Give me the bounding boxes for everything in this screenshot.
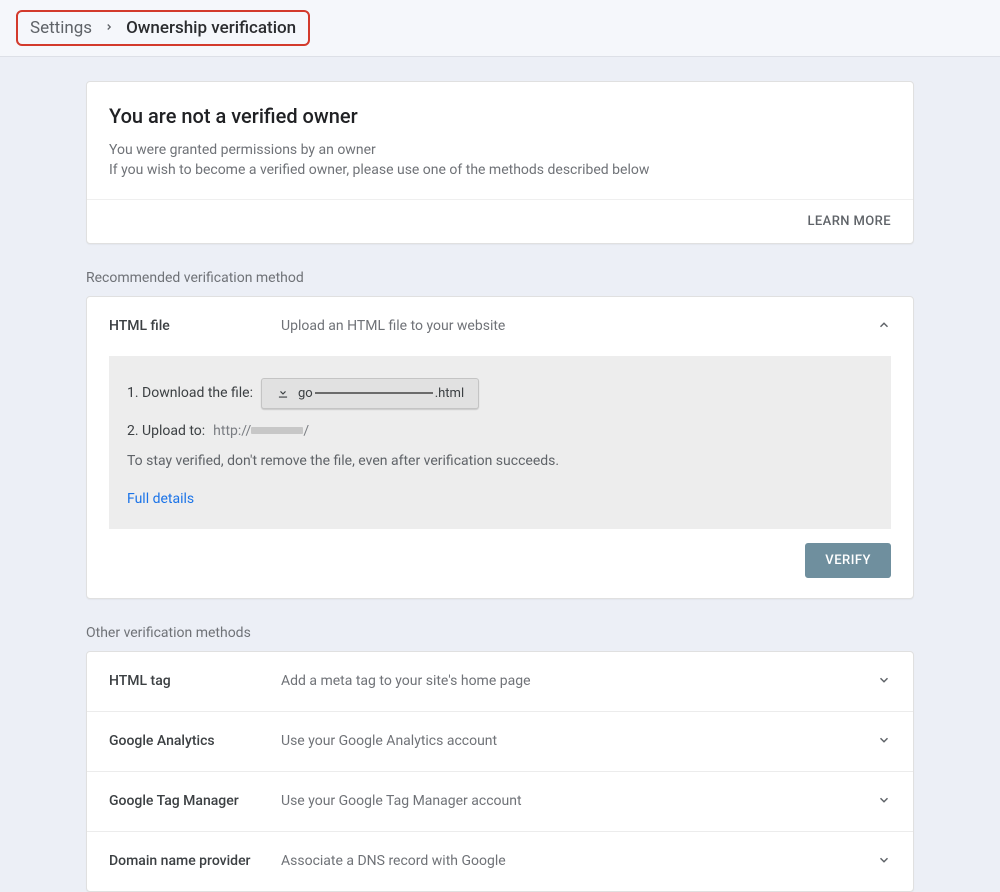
method-title: HTML tag [109, 673, 281, 689]
method-title: Domain name provider [109, 853, 281, 869]
learn-more-link[interactable]: LEARN MORE [808, 214, 891, 229]
chevron-down-icon [877, 732, 891, 751]
other-section-label: Other verification methods [86, 625, 914, 641]
method-title: Google Analytics [109, 733, 281, 749]
method-google-tag-manager[interactable]: Google Tag Manager Use your Google Tag M… [87, 771, 913, 831]
breadcrumb: Settings Ownership verification [16, 10, 310, 46]
chevron-down-icon [877, 852, 891, 871]
download-filename: go.html [298, 386, 464, 401]
download-file-button[interactable]: go.html [261, 378, 479, 409]
chevron-up-icon [877, 317, 891, 336]
method-title: Google Tag Manager [109, 793, 281, 809]
step1-label: 1. Download the file: [127, 385, 253, 401]
method-domain-name-provider[interactable]: Domain name provider Associate a DNS rec… [87, 831, 913, 891]
chevron-right-icon [104, 20, 114, 36]
method-desc: Use your Google Analytics account [281, 733, 877, 749]
step2-label: 2. Upload to: [127, 423, 205, 439]
verify-note: To stay verified, don't remove the file,… [127, 453, 873, 469]
method-desc: Add a meta tag to your site's home page [281, 673, 877, 689]
status-line2: If you wish to become a verified owner, … [109, 160, 891, 180]
verify-button[interactable]: VERIFY [805, 543, 891, 578]
method-desc: Use your Google Tag Manager account [281, 793, 877, 809]
method-html-tag[interactable]: HTML tag Add a meta tag to your site's h… [87, 652, 913, 711]
method-body: 1. Download the file: go.html 2. Upload … [109, 356, 891, 529]
method-desc: Associate a DNS record with Google [281, 853, 877, 869]
status-line1: You were granted permissions by an owner [109, 140, 891, 160]
breadcrumb-settings[interactable]: Settings [30, 18, 92, 38]
download-icon [276, 386, 290, 400]
other-methods-card: HTML tag Add a meta tag to your site's h… [86, 651, 914, 892]
method-title: HTML file [109, 318, 281, 334]
full-details-link[interactable]: Full details [127, 491, 194, 507]
status-card: You are not a verified owner You were gr… [86, 81, 914, 244]
chevron-down-icon [877, 672, 891, 691]
method-html-file-header[interactable]: HTML file Upload an HTML file to your we… [87, 297, 913, 356]
upload-url: http:/// [213, 423, 309, 439]
recommended-method-card: HTML file Upload an HTML file to your we… [86, 296, 914, 599]
chevron-down-icon [877, 792, 891, 811]
breadcrumb-current: Ownership verification [126, 18, 296, 38]
recommended-section-label: Recommended verification method [86, 270, 914, 286]
status-title: You are not a verified owner [109, 104, 891, 128]
method-google-analytics[interactable]: Google Analytics Use your Google Analyti… [87, 711, 913, 771]
method-desc: Upload an HTML file to your website [281, 318, 877, 334]
